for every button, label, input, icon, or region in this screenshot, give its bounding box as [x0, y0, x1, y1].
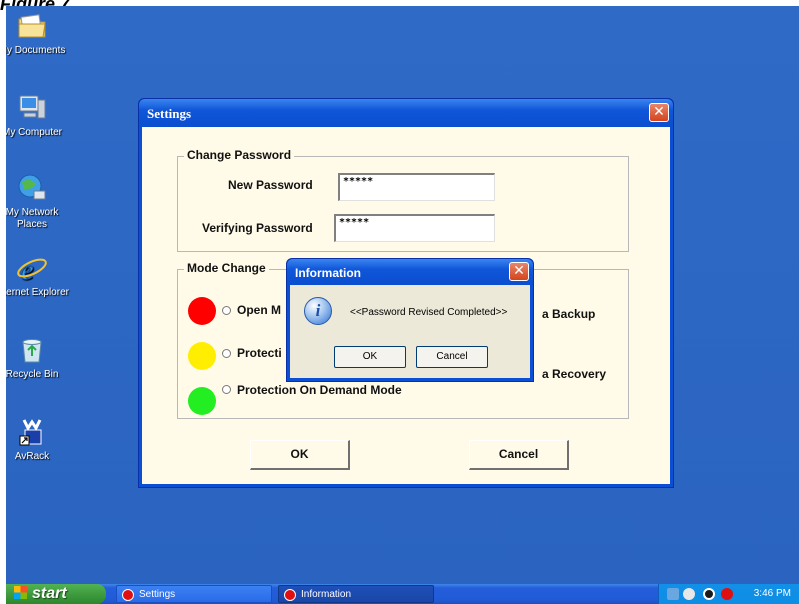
- desktop-icon-label: AvRack: [14, 451, 50, 462]
- settings-cancel-button[interactable]: Cancel: [469, 440, 569, 470]
- status-tray-icon[interactable]: [721, 588, 733, 600]
- folder-icon: [16, 10, 48, 42]
- recycle-bin-icon: [16, 334, 48, 366]
- information-title-bar[interactable]: Information ✕: [287, 259, 533, 285]
- taskbar-item-settings[interactable]: Settings: [116, 585, 272, 603]
- desktop-icon-my-network-places[interactable]: My Network Places: [6, 172, 72, 231]
- desktop-icon-label: My Documents: [6, 45, 66, 56]
- avrack-icon: [16, 416, 48, 448]
- information-cancel-button[interactable]: Cancel: [416, 346, 488, 368]
- start-button[interactable]: start: [6, 584, 106, 604]
- taskbar-clock: 3:46 PM: [753, 588, 791, 599]
- task-label: Information: [301, 589, 352, 600]
- new-password-field[interactable]: *****: [338, 173, 495, 201]
- desktop-icon-label: My Computer: [6, 127, 62, 138]
- settings-ok-button[interactable]: OK: [250, 440, 350, 470]
- desktop-icon-avrack[interactable]: AvRack: [6, 416, 72, 463]
- settings-close-button[interactable]: ✕: [649, 103, 669, 122]
- verifying-password-label: Verifying Password: [202, 221, 313, 235]
- protection-mode-radio[interactable]: [222, 349, 231, 358]
- open-mode-label: Open M: [237, 303, 281, 317]
- taskbar: start Settings Information 3:46 PM: [6, 584, 799, 604]
- change-password-group: Change Password New Password ***** Verif…: [177, 148, 629, 252]
- settings-title-bar[interactable]: Settings ✕: [139, 99, 673, 127]
- protection-on-demand-status-dot: [188, 387, 216, 415]
- desktop-icon-label: Internet Explorer: [6, 287, 69, 298]
- information-body: i <<Password Revised Completed>> OK Canc…: [290, 285, 530, 378]
- open-mode-radio[interactable]: [222, 306, 231, 315]
- information-dialog-title: Information: [295, 266, 361, 280]
- information-task-icon: [284, 589, 296, 601]
- speaker-tray-icon[interactable]: [683, 588, 695, 600]
- network-places-icon: [16, 172, 48, 204]
- change-password-title: Change Password: [184, 148, 295, 162]
- information-message: <<Password Revised Completed>>: [350, 307, 508, 318]
- network-tray-icon[interactable]: [667, 588, 679, 600]
- avrack-tray-icon[interactable]: [703, 588, 715, 600]
- verifying-password-field[interactable]: *****: [334, 214, 495, 242]
- new-password-label: New Password: [228, 178, 313, 192]
- system-tray: 3:46 PM: [658, 584, 799, 604]
- data-recovery-label[interactable]: a Recovery: [542, 367, 606, 381]
- windows-flag-icon: [14, 586, 27, 599]
- information-close-button[interactable]: ✕: [509, 262, 529, 281]
- desktop-icon-recycle-bin[interactable]: Recycle Bin: [6, 334, 72, 381]
- settings-task-icon: [122, 589, 134, 601]
- desktop-icon-label: My Network Places: [6, 207, 59, 230]
- task-label: Settings: [139, 589, 176, 600]
- info-icon: i: [304, 297, 332, 325]
- protection-mode-label: Protecti: [237, 346, 282, 360]
- desktop-icon-my-computer[interactable]: My Computer: [6, 92, 72, 139]
- mode-change-title: Mode Change: [184, 261, 269, 275]
- desktop-icon-internet-explorer[interactable]: e Internet Explorer: [6, 252, 72, 299]
- protection-mode-status-dot: [188, 342, 216, 370]
- open-mode-status-dot: [188, 297, 216, 325]
- settings-window-title: Settings: [147, 106, 192, 121]
- desktop-icon-my-documents[interactable]: My Documents: [6, 10, 72, 57]
- protection-on-demand-radio[interactable]: [222, 385, 231, 394]
- start-label: start: [32, 585, 67, 602]
- internet-explorer-icon: e: [16, 252, 48, 286]
- information-ok-button[interactable]: OK: [334, 346, 406, 368]
- page: Figure 7. My Documents My Computer My Ne…: [0, 0, 799, 604]
- computer-icon: [16, 92, 48, 124]
- desktop-icon-label: Recycle Bin: [6, 369, 59, 380]
- protection-on-demand-label: Protection On Demand Mode: [237, 383, 402, 397]
- data-backup-label[interactable]: a Backup: [542, 307, 595, 321]
- taskbar-item-information[interactable]: Information: [278, 585, 434, 603]
- information-dialog: Information ✕ i <<Password Revised Compl…: [286, 258, 534, 382]
